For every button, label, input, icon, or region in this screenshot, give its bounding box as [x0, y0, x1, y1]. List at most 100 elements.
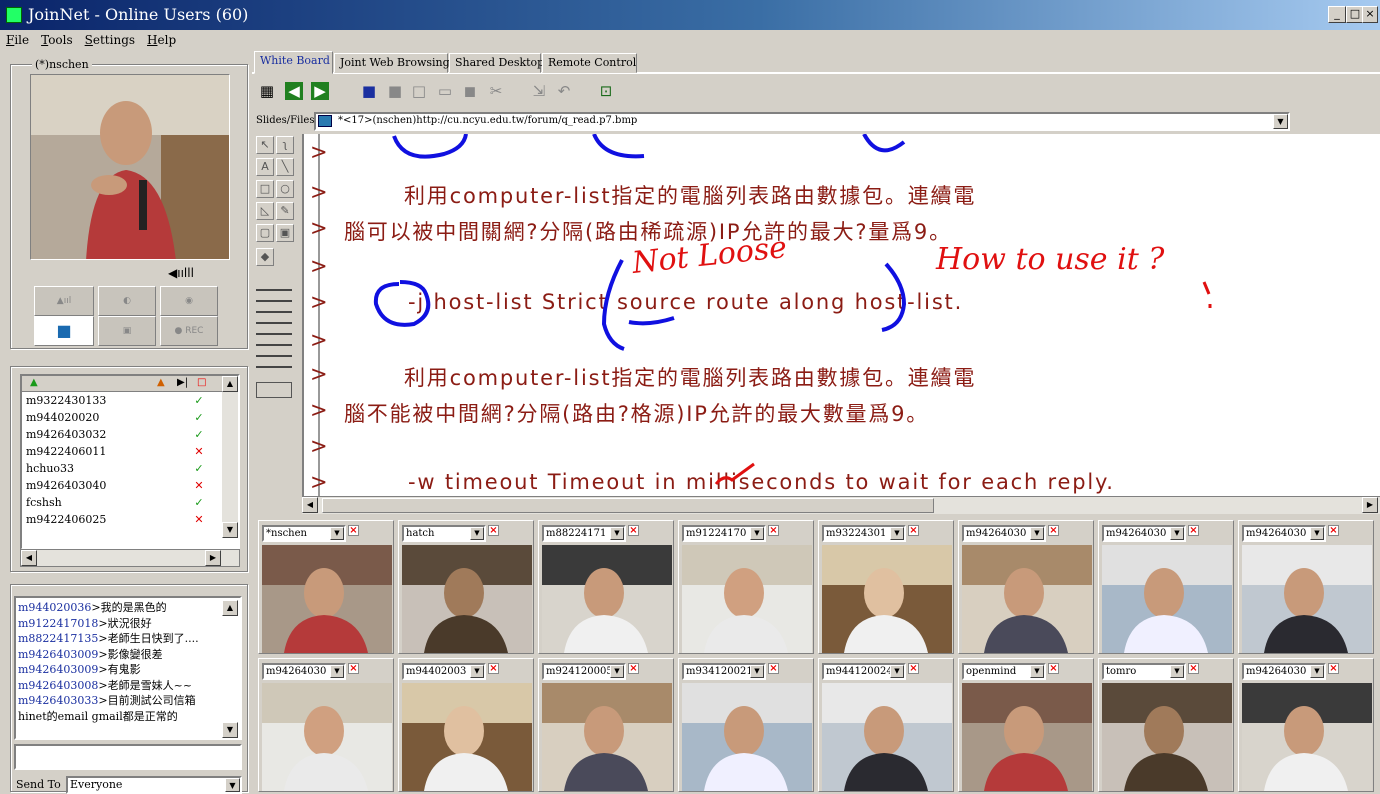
video-user-select[interactable]: m924120005 ▼ [542, 663, 626, 680]
close-video-icon[interactable]: × [1328, 663, 1339, 674]
fit-icon[interactable]: ⊡ [597, 82, 615, 100]
wb-scroll-thumb[interactable] [322, 498, 934, 513]
video-user-select[interactable]: m91224170 ▼ [682, 525, 766, 542]
chevron-down-icon[interactable]: ▼ [1170, 665, 1184, 678]
next-slide-icon[interactable]: ▶ [311, 82, 329, 100]
video-user-select[interactable]: m944120024 ▼ [822, 663, 906, 680]
ellipse-tool[interactable]: ○ [276, 180, 294, 198]
slides-select[interactable]: *<17>(nschen)http://cu.ncyu.edu.tw/forum… [314, 112, 1290, 131]
record-button[interactable]: ● REC [160, 316, 218, 346]
close-video-icon[interactable]: × [1328, 525, 1339, 536]
user-list[interactable]: ▲ ▲ ▶| □ m9322430133 ✓ m944020020 ✓ m9426403… [20, 374, 240, 550]
user-list-item[interactable]: m9422406025 ✕ [22, 511, 238, 528]
video-tile[interactable]: openmind ▼ × [958, 658, 1094, 792]
whiteboard-canvas[interactable]: > > 利用computer-list指定的電腦列表路由數據包。連續電 > 腦可以被中間… [302, 134, 1380, 496]
chevron-down-icon[interactable]: ▼ [890, 665, 904, 678]
fill-rect-tool[interactable]: ▢ [256, 224, 274, 242]
chevron-down-icon[interactable]: ▼ [470, 665, 484, 678]
user-column-icon[interactable]: ▲ [30, 377, 38, 388]
chevron-down-icon[interactable]: ▼ [1030, 665, 1044, 678]
close-video-icon[interactable]: × [768, 663, 779, 674]
chat-input[interactable] [14, 744, 242, 770]
camera-button[interactable]: ◐ [98, 286, 156, 316]
chevron-down-icon[interactable]: ▼ [750, 527, 764, 540]
grid-icon[interactable]: ▦ [258, 82, 276, 100]
chevron-down-icon[interactable]: ▼ [610, 665, 624, 678]
text-tool[interactable]: A [256, 158, 274, 176]
pen-tool[interactable]: ʅ [276, 136, 294, 154]
video-tile[interactable]: tomro ▼ × [1098, 658, 1234, 792]
close-video-icon[interactable]: × [348, 663, 359, 674]
close-video-icon[interactable]: × [1188, 525, 1199, 536]
print-icon[interactable]: ◼ [461, 82, 479, 100]
video-user-select[interactable]: openmind ▼ [962, 663, 1046, 680]
send-to-select[interactable]: Everyone ▼ [66, 776, 242, 794]
video-user-select[interactable]: m94264030 ▼ [962, 525, 1046, 542]
user-status-button[interactable]: ■ [34, 316, 94, 346]
stop-icon[interactable]: ■ [386, 82, 404, 100]
speaker-icon[interactable]: ◀ıılll [168, 266, 194, 280]
user-list-item[interactable]: fcshsh ✓ [22, 494, 238, 511]
video-user-select[interactable]: tomro ▼ [1102, 663, 1186, 680]
tab-shared-desktop[interactable]: Shared Desktop [449, 53, 544, 73]
close-video-icon[interactable]: × [488, 525, 499, 536]
video-user-select[interactable]: *nschen ▼ [262, 525, 346, 542]
chevron-down-icon[interactable]: ▼ [890, 527, 904, 540]
wb-scroll-left[interactable]: ◀ [302, 497, 318, 513]
chevron-down-icon[interactable]: ▼ [1030, 527, 1044, 540]
menu-tools[interactable]: Tools [35, 30, 79, 50]
cut-icon[interactable]: ✂ [487, 82, 505, 100]
video-user-select[interactable]: m94264030 ▼ [1242, 663, 1326, 680]
tab-joint-web-browsing[interactable]: Joint Web Browsing [334, 53, 450, 73]
video-user-select[interactable]: m94264030 ▼ [1102, 525, 1186, 542]
video-tile[interactable]: m94402003 ▼ × [398, 658, 534, 792]
video-tile[interactable]: hatch ▼ × [398, 520, 534, 654]
chevron-down-icon[interactable]: ▼ [1310, 527, 1324, 540]
user-list-scrollbar[interactable] [222, 392, 238, 522]
brush-tool[interactable]: ✎ [276, 202, 294, 220]
video-user-select[interactable]: m94264030 ▼ [262, 663, 346, 680]
save-icon[interactable]: ■ [360, 82, 378, 100]
user-list-hscrollbar[interactable]: ◀ ▶ [20, 549, 240, 567]
video-tile[interactable]: m94264030 ▼ × [1238, 658, 1374, 792]
chevron-down-icon[interactable]: ▼ [610, 527, 624, 540]
user-list-item[interactable]: m9426403032 ✓ [22, 426, 238, 443]
color-tool[interactable]: ◆ [256, 248, 274, 266]
video-tile[interactable]: m94264030 ▼ × [1098, 520, 1234, 654]
video-tile[interactable]: m88224171 ▼ × [538, 520, 674, 654]
slides-dropdown-icon[interactable]: ▼ [1273, 114, 1288, 129]
screen-button[interactable]: ▣ [98, 316, 156, 346]
menu-settings[interactable]: Settings [79, 30, 141, 50]
user-list-item[interactable]: m944020020 ✓ [22, 409, 238, 426]
hscroll-left[interactable]: ◀ [21, 550, 37, 566]
line-tool[interactable]: ╲ [276, 158, 294, 176]
raise-hand-button[interactable]: ▲ııl [34, 286, 94, 316]
close-video-icon[interactable]: × [1188, 663, 1199, 674]
cam-column-icon[interactable]: □ [197, 377, 206, 388]
minimize-button[interactable]: _ [1328, 6, 1346, 23]
video-tile[interactable]: m94264030 ▼ × [1238, 520, 1374, 654]
video-user-select[interactable]: m94402003 ▼ [402, 663, 486, 680]
user-button[interactable]: ◉ [160, 286, 218, 316]
import-icon[interactable]: ⇲ [530, 82, 548, 100]
close-video-icon[interactable]: × [908, 663, 919, 674]
video-tile[interactable]: m94264030 ▼ × [958, 520, 1094, 654]
video-tile[interactable]: m91224170 ▼ × [678, 520, 814, 654]
chevron-down-icon[interactable]: ▼ [750, 665, 764, 678]
close-button[interactable]: × [1362, 6, 1378, 23]
chevron-down-icon[interactable]: ▼ [330, 665, 344, 678]
chevron-down-icon[interactable]: ▼ [1310, 665, 1324, 678]
chevron-down-icon[interactable]: ▼ [330, 527, 344, 540]
mic-column-icon[interactable]: ▶| [177, 377, 188, 388]
undo-icon[interactable]: ↶ [555, 82, 573, 100]
user-list-item[interactable]: m9322430133 ✓ [22, 392, 238, 409]
user-list-scroll-down[interactable]: ▼ [222, 522, 238, 538]
video-user-select[interactable]: m934120021 ▼ [682, 663, 766, 680]
send-to-dropdown-icon[interactable]: ▼ [225, 778, 240, 792]
close-video-icon[interactable]: × [628, 525, 639, 536]
hscroll-right[interactable]: ▶ [205, 550, 221, 566]
user-list-item[interactable]: m9426403040 ✕ [22, 477, 238, 494]
video-tile[interactable]: m94264030 ▼ × [258, 658, 394, 792]
menu-file[interactable]: File [0, 30, 35, 50]
layout-icon[interactable]: ▭ [436, 82, 454, 100]
